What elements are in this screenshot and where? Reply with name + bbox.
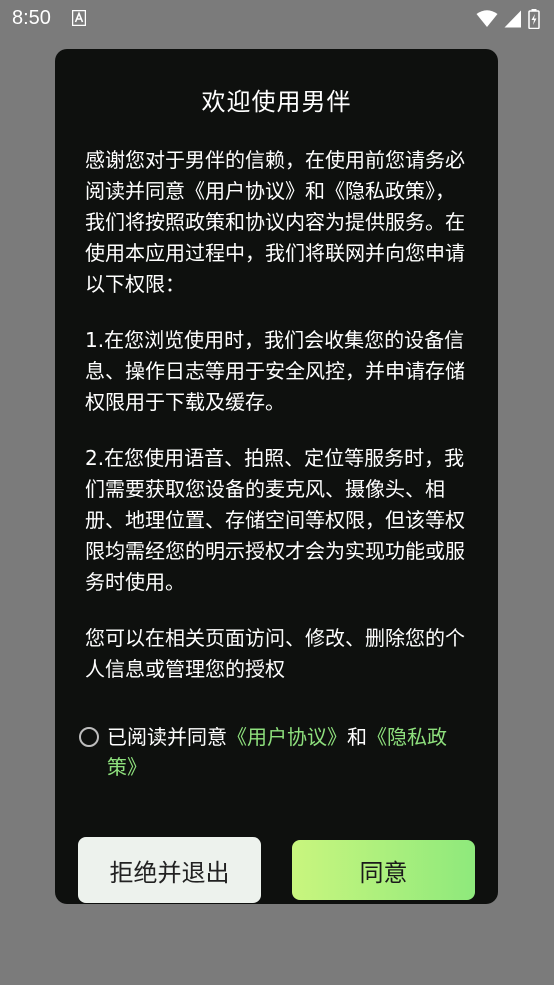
manage-paragraph: 您可以在相关页面访问、修改、删除您的个人信息或管理您的授权 (85, 626, 465, 681)
wifi-icon (476, 10, 498, 27)
battery-icon (528, 9, 540, 29)
consent-and: 和 (347, 725, 367, 749)
permission-paragraph-2: 2.在您使用语音、拍照、定位等服务时，我们需要获取您设备的麦克风、摄像头、相册、… (85, 446, 465, 594)
status-icons (476, 8, 540, 30)
dialog-body: 感谢您对于男伴的信赖，在使用前您请务必阅读并同意《用户协议》和《隐私政策》，我们… (85, 145, 465, 710)
notification-a-icon (72, 10, 86, 26)
dialog-title: 欢迎使用男伴 (201, 88, 352, 116)
consent-text: 已阅读并同意《用户协议》和《隐私政策》 (107, 722, 452, 782)
intro-paragraph: 感谢您对于男伴的信赖，在使用前您请务必阅读并同意《用户协议》和《隐私政策》，我们… (85, 148, 465, 296)
permission-paragraph-1: 1.在您浏览使用时，我们会收集您的设备信息、操作日志等用于安全风控，并申请存储权… (85, 328, 465, 414)
consent-radio[interactable] (79, 727, 99, 747)
status-time: 8:50 (12, 7, 51, 29)
user-agreement-link[interactable]: 《用户协议》 (227, 725, 347, 749)
consent-prefix: 已阅读并同意 (107, 725, 227, 749)
agree-button[interactable]: 同意 (292, 840, 475, 900)
status-bar: 8:50 (0, 0, 554, 40)
reject-exit-button[interactable]: 拒绝并退出 (78, 837, 261, 903)
signal-icon (504, 10, 521, 28)
privacy-dialog: 欢迎使用男伴 感谢您对于男伴的信赖，在使用前您请务必阅读并同意《用户协议》和《隐… (55, 49, 498, 904)
